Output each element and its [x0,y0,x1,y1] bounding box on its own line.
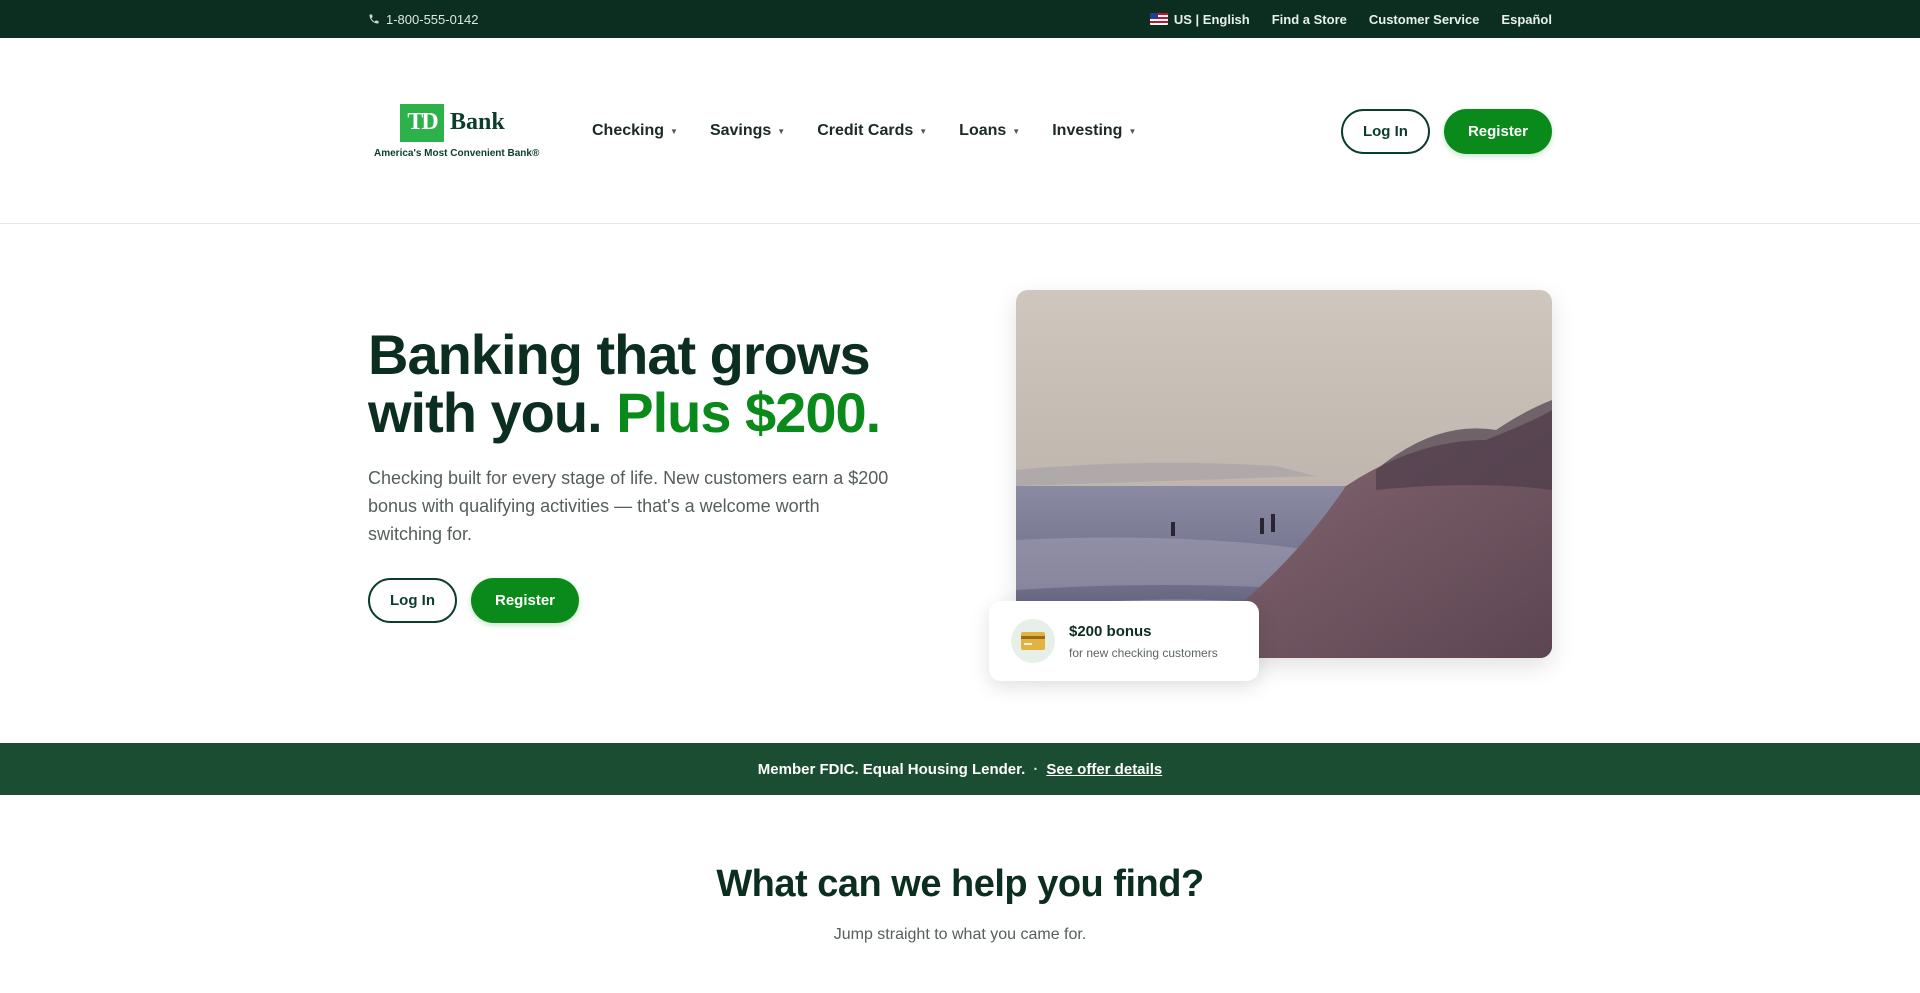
chevron-down-icon: ▼ [777,126,786,136]
logo-tagline: America's Most Convenient Bank® [374,147,540,159]
chevron-down-icon: ▼ [919,126,928,136]
locale-label: US | English [1173,11,1250,27]
credit-card-icon [1011,619,1055,663]
hero-section: Banking that grows with you. Plus $200. … [0,224,1920,743]
td-logo-mark: TD [400,103,444,142]
chevron-down-icon: ▼ [670,126,678,136]
customer-service-link[interactable]: Customer Service [1369,12,1480,27]
disclosure-strip: Member FDIC. Equal Housing Lender. · See… [0,743,1920,795]
hero-title-line1: Banking that grows [368,323,871,386]
nav-loans[interactable]: Loans ▼ [959,122,1020,140]
header-login-button[interactable]: Log In [1340,108,1430,154]
nav-investing[interactable]: Investing ▼ [1052,122,1136,140]
hero-login-button[interactable]: Log In [368,578,457,623]
nav-savings[interactable]: Savings ▼ [710,122,785,140]
main-nav: Checking ▼ Savings ▼ Credit Cards ▼ Loans ▼ … [592,122,1136,140]
chevron-down-icon: ▼ [1128,126,1137,136]
help-subtitle: Jump straight to what you came for. [833,926,1087,943]
bonus-subtitle: for new checking customers [1069,645,1218,660]
hero-title-accent: Plus $200. [616,381,881,444]
nav-loans-label: Loans [959,122,1007,139]
offer-details-link[interactable]: See offer details [1046,761,1162,778]
nav-investing-label: Investing [1052,122,1123,139]
nav-checking[interactable]: Checking ▼ [592,122,678,140]
nav-checking-label: Checking [592,122,665,139]
logo-bank-text: Bank [450,109,505,135]
hero-subtitle: Checking built for every stage of life. … [368,468,889,544]
us-flag-icon [1149,13,1168,25]
chevron-down-icon: ▼ [1012,126,1021,136]
phone-link[interactable]: 1-800-555-0142 [368,12,479,27]
phone-icon [369,14,379,24]
td-bank-logo[interactable]: TD Bank America's Most Convenient Bank® [368,103,598,159]
hero-title-line2: with you. [368,381,603,444]
bonus-card: $200 bonus for new checking customers [989,601,1259,681]
hero-title: Banking that grows with you. Plus $200. [368,326,928,442]
help-title: What can we help you find? [716,863,1204,905]
find-a-store-link[interactable]: Find a Store [1272,12,1347,27]
phone-number: 1-800-555-0142 [386,11,479,27]
espanol-link[interactable]: Español [1501,12,1552,27]
fdic-text: Member FDIC. Equal Housing Lender. [757,760,1026,778]
help-section: What can we help you find? Jump straight… [0,795,1920,944]
site-header: TD Bank America's Most Convenient Bank® … [0,38,1920,224]
nav-savings-label: Savings [709,122,772,139]
bonus-title: $200 bonus [1069,622,1152,640]
nav-credit-cards[interactable]: Credit Cards ▼ [817,122,927,140]
language-selector[interactable]: US | English [1149,11,1250,27]
nav-credit-cards-label: Credit Cards [817,122,914,139]
hero-register-button[interactable]: Register [471,578,580,623]
header-register-button[interactable]: Register [1443,108,1552,154]
utility-bar: 1-800-555-0142 US | English Find a Store… [0,0,1920,38]
separator: · [1033,760,1039,778]
